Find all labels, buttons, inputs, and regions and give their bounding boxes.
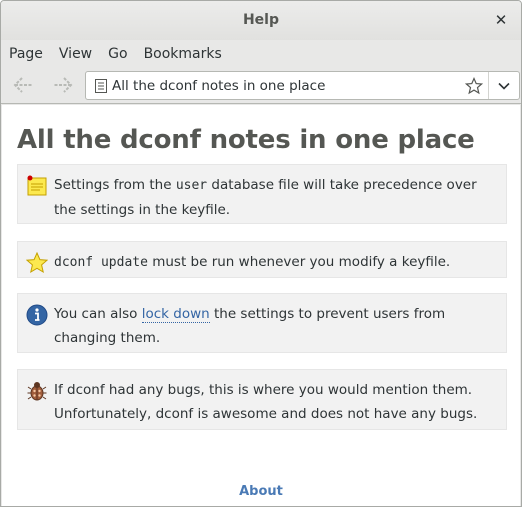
bug-icon [27, 382, 47, 401]
back-arrow-icon [13, 77, 33, 93]
note-code: user [175, 178, 208, 193]
chevron-down-icon[interactable] [489, 82, 519, 90]
toolbar: All the dconf notes in one place [1, 68, 521, 104]
forward-arrow-icon [53, 77, 73, 93]
note-code: dconf update [54, 255, 148, 270]
window-title: Help [242, 12, 280, 28]
info-icon [26, 304, 48, 326]
menu-bookmarks[interactable]: Bookmarks [144, 46, 222, 62]
note-text: If dconf had any bugs, this is where you… [54, 382, 478, 422]
back-button[interactable] [9, 72, 39, 98]
close-icon[interactable]: ✕ [491, 10, 511, 30]
note-text: Settings from the [54, 177, 176, 193]
note-box: Settings from the user database file wil… [17, 164, 507, 224]
help-content: All the dconf notes in one place Setting… [2, 105, 520, 506]
lock-down-link[interactable]: lock down [141, 306, 210, 323]
location-bar[interactable]: All the dconf notes in one place [85, 71, 520, 100]
menu-page[interactable]: Page [9, 46, 43, 62]
help-window: Help ✕ Page View Go Bookmarks All the dc… [0, 0, 522, 507]
menu-go[interactable]: Go [108, 46, 127, 62]
title-bar[interactable]: Help ✕ [1, 1, 521, 40]
menu-view[interactable]: View [59, 46, 92, 62]
menu-bar: Page View Go Bookmarks [1, 40, 521, 68]
star-icon [26, 252, 48, 274]
page-icon [86, 78, 112, 93]
tip-box: dconf update must be run whenever you mo… [17, 241, 507, 278]
bug-box: If dconf had any bugs, this is where you… [17, 369, 507, 430]
forward-button[interactable] [47, 72, 77, 98]
note-text: must be run whenever you modify a keyfil… [147, 254, 451, 270]
info-box: You can also lock down the settings to p… [17, 293, 507, 353]
about-link[interactable]: About [2, 484, 520, 499]
bookmark-star-icon[interactable] [459, 72, 489, 99]
location-text: All the dconf notes in one place [112, 77, 326, 94]
sticky-note-icon [27, 175, 47, 196]
page-title: All the dconf notes in one place [17, 125, 475, 155]
note-text: You can also [54, 306, 142, 322]
